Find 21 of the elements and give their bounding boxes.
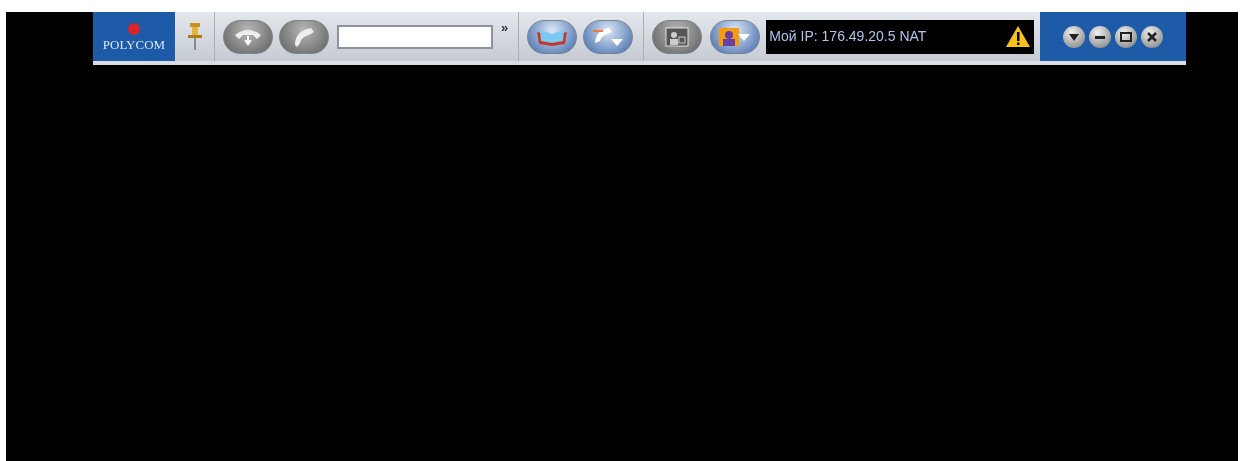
ip-status-text: Мой IP: 176.49.20.5 NAT [769,27,927,46]
maximize-icon [1120,30,1133,43]
layout-button[interactable] [710,19,761,54]
maximize-button[interactable] [1115,25,1138,48]
person-caret-icon [718,25,753,48]
minimize-button[interactable] [1089,25,1112,48]
directory-button[interactable] [527,19,578,54]
video-person-icon [665,26,690,47]
logo-mark-icon [127,22,141,36]
answer-call-button[interactable] [223,19,273,54]
more-button[interactable]: » [501,18,509,38]
call-button[interactable] [279,19,329,54]
logo-text: POLYCOM [102,38,166,51]
dial-input-field[interactable] [337,24,493,49]
dropdown-button[interactable] [1063,25,1086,48]
call-menu-button[interactable] [583,19,634,54]
video-button[interactable] [652,19,703,54]
close-button[interactable] [1141,25,1164,48]
pin-icon [186,21,203,52]
close-icon [1146,30,1159,43]
warning-icon [1005,25,1032,48]
